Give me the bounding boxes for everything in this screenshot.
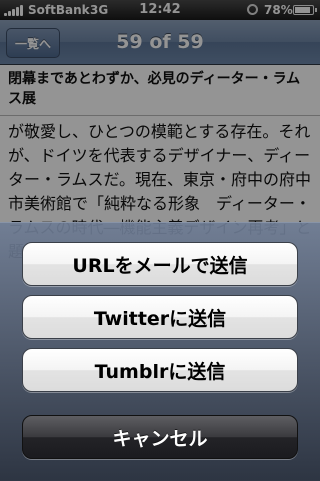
cancel-button[interactable]: キャンセル	[22, 415, 298, 459]
send-to-twitter-button[interactable]: Twitterに送信	[22, 295, 298, 339]
action-sheet: URLをメールで送信 Twitterに送信 Tumblrに送信 キャンセル	[0, 222, 320, 481]
send-url-by-email-button[interactable]: URLをメールで送信	[22, 242, 298, 286]
send-to-tumblr-button[interactable]: Tumblrに送信	[22, 348, 298, 392]
